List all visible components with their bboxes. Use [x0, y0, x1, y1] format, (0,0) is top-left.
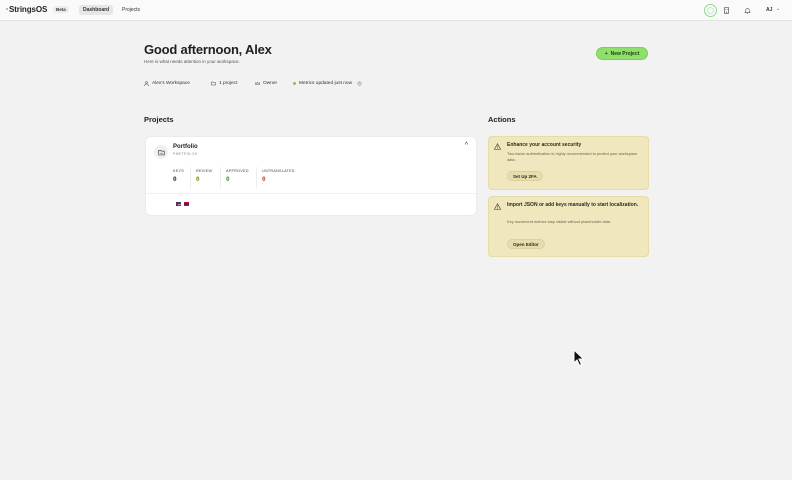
- stat-divider: [220, 167, 221, 189]
- status-ring-icon[interactable]: [704, 4, 717, 17]
- stat-label: UNTRANSLATED: [262, 169, 295, 173]
- tab-projects[interactable]: Projects: [118, 5, 144, 15]
- plus-icon: +: [604, 50, 608, 57]
- page-title: Good afternoon, Alex: [144, 42, 272, 57]
- warning-icon: [494, 203, 501, 210]
- stat-value: 0: [196, 176, 200, 183]
- project-card[interactable]: Portfolio PORTFOLIO ^ KEYS 0 REVIEW 0 AP…: [145, 136, 477, 216]
- action-description: Key movement metrics stay visible withou…: [507, 219, 612, 224]
- uk-flag-icon: [184, 202, 189, 206]
- top-nav-bar: StringsOS Beta Dashboard Projects AJ ⌄: [0, 0, 792, 21]
- bell-icon[interactable]: [742, 5, 753, 16]
- live-dot-icon: [293, 81, 296, 85]
- setup-2fa-button[interactable]: Set Up 2FA: [507, 171, 543, 181]
- project-count-meta: 1 project: [211, 79, 237, 87]
- chevron-down-icon[interactable]: ⌄: [776, 6, 780, 12]
- building-icon[interactable]: [721, 5, 732, 16]
- stat-divider: [256, 167, 257, 189]
- project-count: 1 project: [219, 80, 238, 86]
- app-logo[interactable]: StringsOS: [6, 5, 47, 14]
- action-title: Import JSON or add keys manually to star…: [507, 202, 639, 208]
- metrics-meta: Metrics updated just now: [293, 79, 362, 87]
- new-project-label: New Project: [610, 50, 640, 57]
- stat-label: KEYS: [173, 169, 184, 173]
- action-card-import: Import JSON or add keys manually to star…: [488, 196, 649, 257]
- stat-label: APPROVED: [226, 169, 249, 173]
- beta-badge: Beta: [53, 6, 69, 13]
- collapse-chevron-icon[interactable]: ^: [465, 142, 468, 149]
- us-flag-icon: [176, 202, 181, 206]
- warning-icon: [494, 143, 501, 150]
- workspace-name: Alex's Workspace: [152, 80, 190, 86]
- language-flags: [176, 202, 189, 206]
- stat-label: REVIEW: [196, 169, 213, 173]
- action-card-security: Enhance your account security Two-factor…: [488, 136, 649, 190]
- stat-divider: [190, 167, 191, 189]
- stat-value: 0: [262, 176, 266, 183]
- stat-untranslated: UNTRANSLATED 0: [262, 169, 295, 183]
- user-avatar[interactable]: AJ: [766, 7, 772, 13]
- actions-section-title: Actions: [488, 115, 516, 124]
- role-meta: Owner: [255, 79, 277, 87]
- refresh-icon[interactable]: [357, 81, 362, 86]
- action-description: Two-factor authentication is highly reco…: [507, 151, 638, 162]
- project-slug: PORTFOLIO: [173, 153, 198, 157]
- project-folder-icon: [154, 145, 168, 159]
- open-editor-button[interactable]: Open Editor: [507, 239, 545, 249]
- tab-dashboard[interactable]: Dashboard: [79, 5, 114, 15]
- metrics-status: Metrics updated just now: [299, 80, 353, 86]
- card-divider: [146, 193, 476, 194]
- user-icon: [144, 80, 149, 86]
- project-name[interactable]: Portfolio: [173, 144, 198, 150]
- mouse-cursor-icon: [573, 349, 585, 367]
- stat-keys: KEYS 0: [173, 169, 184, 183]
- crown-icon: [255, 80, 260, 85]
- app-name: StringsOS: [9, 5, 48, 14]
- action-title: Enhance your account security: [507, 142, 582, 148]
- stat-value: 0: [173, 176, 177, 183]
- new-project-button[interactable]: + New Project: [596, 47, 648, 60]
- stat-review: REVIEW 0: [196, 169, 212, 183]
- page-subtitle: Here is what needs attention in your wor…: [144, 59, 240, 64]
- projects-section-title: Projects: [144, 115, 174, 124]
- logo-dot: [6, 7, 8, 10]
- stat-approved: APPROVED 0: [226, 169, 249, 183]
- workspace-meta: Alex's Workspace: [144, 79, 190, 87]
- role-label: Owner: [263, 80, 278, 86]
- stat-value: 0: [226, 176, 230, 183]
- folder-icon: [211, 81, 216, 85]
